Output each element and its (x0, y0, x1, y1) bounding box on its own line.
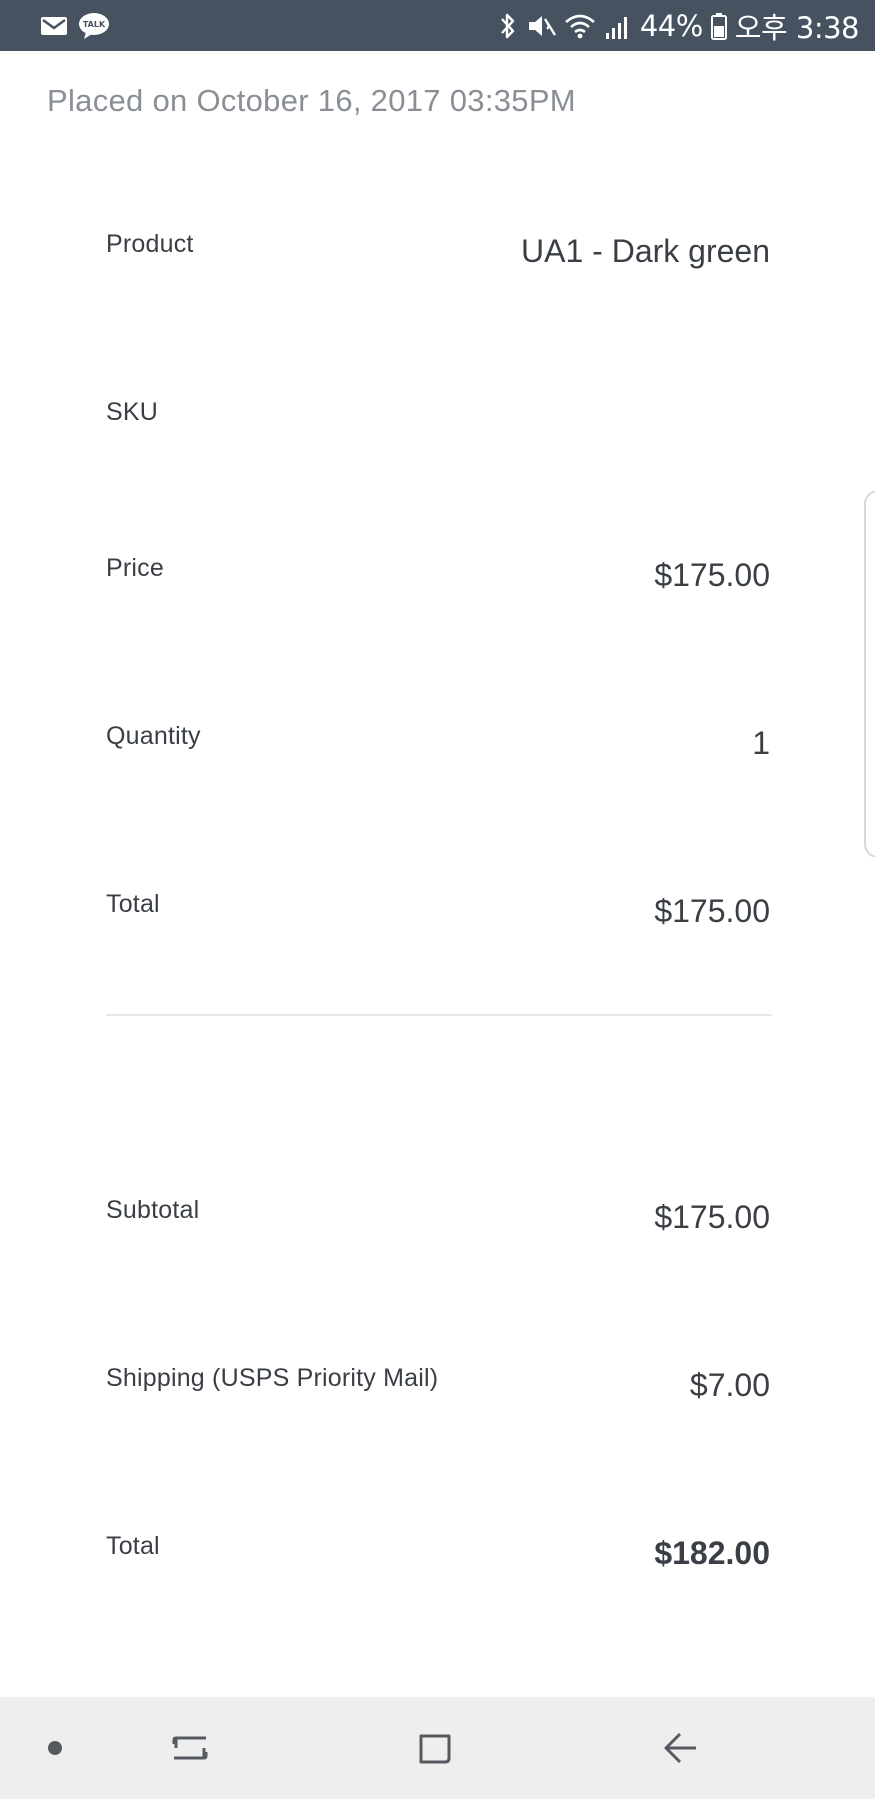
section-divider (106, 1014, 772, 1016)
clock: 오후 3:38 (734, 10, 860, 45)
item-product-label: Product (106, 230, 194, 258)
svg-text:TALK: TALK (83, 20, 106, 29)
item-price-value: $175.00 (654, 557, 770, 593)
status-bar: TALK 44% 오후 3:38 (0, 0, 875, 51)
battery-percent: 44% (639, 8, 703, 43)
kakaotalk-icon: TALK (78, 12, 110, 40)
item-sku-row: SKU (106, 398, 770, 458)
wifi-icon (564, 11, 596, 41)
battery-icon (710, 11, 727, 41)
shipping-value: $7.00 (689, 1367, 770, 1403)
item-quantity-row: Quantity 1 (106, 722, 770, 782)
order-total-value: $182.00 (654, 1535, 770, 1571)
item-product-row: Product UA1 - Dark green (106, 230, 770, 290)
item-quantity-label: Quantity (106, 722, 201, 750)
signal-icon (604, 11, 632, 41)
status-bar-right: 44% 오후 3:38 (498, 5, 860, 47)
recent-apps-icon[interactable] (150, 1697, 230, 1799)
subtotal-value: $175.00 (654, 1199, 770, 1235)
item-quantity-value: 1 (752, 725, 770, 761)
edge-panel-handle[interactable] (864, 490, 875, 858)
bluetooth-icon (498, 11, 518, 41)
mail-icon (40, 14, 70, 38)
navigation-bar (0, 1697, 875, 1799)
back-icon[interactable] (640, 1697, 720, 1799)
order-placed-date: Placed on October 16, 2017 03:35PM (47, 83, 576, 118)
order-total-label: Total (106, 1532, 160, 1560)
home-icon[interactable] (395, 1697, 475, 1799)
status-bar-left: TALK (40, 12, 110, 40)
dot-icon[interactable] (30, 1697, 80, 1799)
item-total-row: Total $175.00 (106, 890, 770, 950)
order-total-row: Total $182.00 (106, 1532, 770, 1592)
item-total-value: $175.00 (654, 893, 770, 929)
item-price-label: Price (106, 554, 164, 582)
item-product-value: UA1 - Dark green (521, 233, 770, 269)
subtotal-row: Subtotal $175.00 (106, 1196, 770, 1256)
item-sku-label: SKU (106, 398, 159, 426)
shipping-label: Shipping (USPS Priority Mail) (106, 1364, 439, 1392)
shipping-row: Shipping (USPS Priority Mail) $7.00 (106, 1364, 770, 1424)
mute-icon (526, 11, 556, 41)
subtotal-label: Subtotal (106, 1196, 200, 1224)
item-total-label: Total (106, 890, 160, 918)
item-price-row: Price $175.00 (106, 554, 770, 614)
